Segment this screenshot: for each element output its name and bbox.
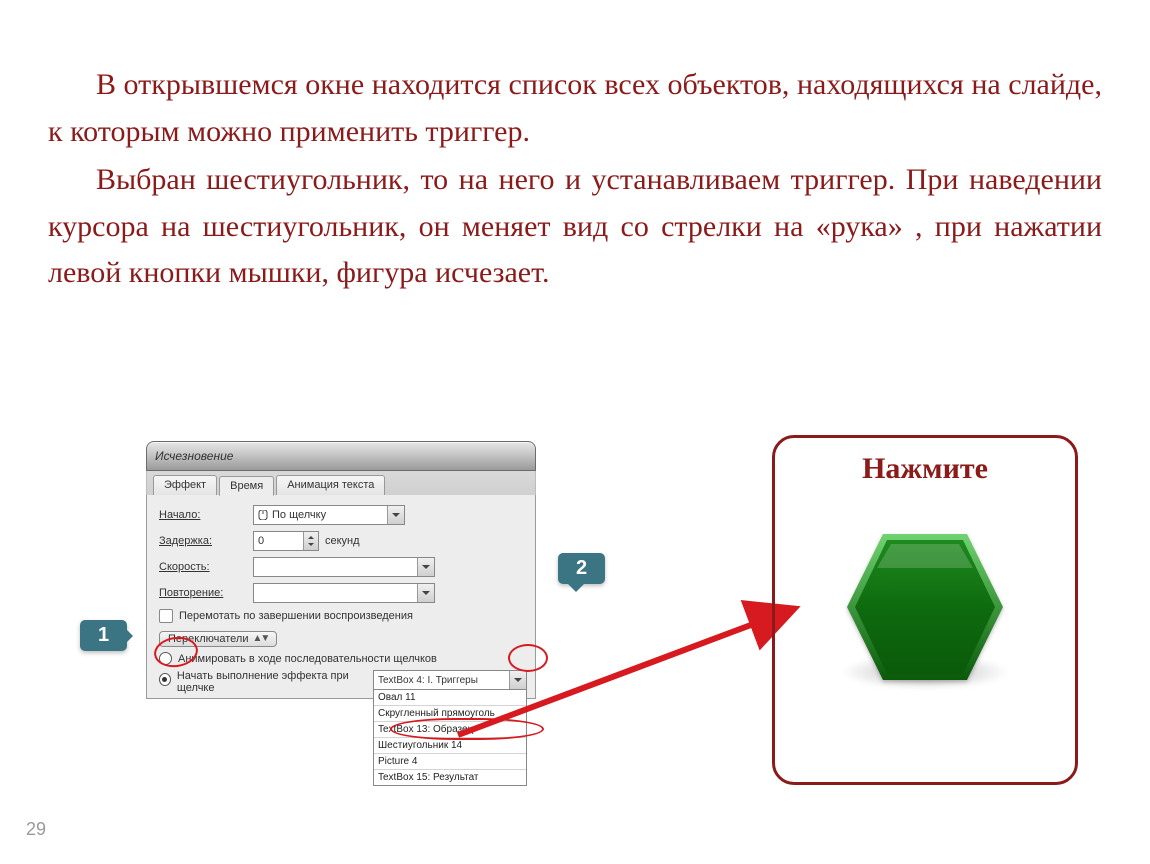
hexagon-icon: [841, 528, 1009, 686]
dropdown-item[interactable]: Picture 4: [374, 754, 526, 770]
dropdown-item[interactable]: TextBox 13: Образец: [374, 722, 526, 738]
rewind-label: Перемотать по завершении воспроизведения: [179, 610, 413, 622]
chevron-down-icon[interactable]: [387, 506, 404, 524]
radio-animate-in-sequence[interactable]: [159, 652, 172, 665]
seconds-label: секунд: [325, 535, 360, 547]
dialog-panel: Начало: По щелчку Задержка: 0: [146, 495, 536, 699]
hexagon-button[interactable]: [830, 512, 1020, 702]
page-number: 29: [26, 819, 46, 840]
press-frame-title: Нажмите: [862, 452, 988, 486]
dialog-title: Исчезновение: [155, 449, 233, 463]
switches-label: Переключатели: [168, 633, 248, 645]
dropdown-item[interactable]: Шестиугольник 14: [374, 738, 526, 754]
delay-label: Задержка:: [159, 535, 247, 547]
dropdown-item[interactable]: Овал 11: [374, 690, 526, 706]
trigger-selected-value: TextBox 4: I. Триггеры: [374, 671, 509, 689]
delay-spinner[interactable]: 0: [253, 531, 319, 551]
tab-time[interactable]: Время: [219, 476, 274, 496]
chevron-down-icon[interactable]: [417, 584, 434, 602]
repeat-label: Повторение:: [159, 587, 247, 599]
radio-animate-in-sequence-label: Анимировать в ходе последовательности ще…: [178, 653, 437, 665]
dialog-titlebar[interactable]: Исчезновение: [146, 441, 536, 471]
switches-button[interactable]: Переключатели ▲▼: [159, 631, 277, 647]
start-combo[interactable]: По щелчку: [253, 505, 405, 525]
start-value: По щелчку: [272, 509, 326, 521]
effect-dialog: Исчезновение Эффект Время Анимация текст…: [146, 441, 536, 699]
speed-label: Скорость:: [159, 561, 247, 573]
radio-start-on-click[interactable]: [159, 673, 171, 686]
rewind-checkbox[interactable]: [159, 609, 173, 623]
dropdown-item[interactable]: Скругленный прямоуголь: [374, 706, 526, 722]
start-label: Начало:: [159, 509, 247, 521]
intro-paragraph-1: В открывшемся окне находится список всех…: [48, 62, 1102, 155]
callout-1: 1: [80, 620, 127, 651]
chevron-down-icon[interactable]: [509, 671, 526, 689]
chevron-down-icon[interactable]: [417, 558, 434, 576]
dropdown-item[interactable]: TextBox 15: Результат: [374, 770, 526, 785]
callout-1-label: 1: [98, 624, 109, 646]
repeat-combo[interactable]: [253, 583, 435, 603]
callout-2-label: 2: [576, 557, 587, 579]
mouse-icon: [258, 510, 268, 520]
speed-combo[interactable]: [253, 557, 435, 577]
dialog-tabs: Эффект Время Анимация текста: [146, 471, 536, 495]
tab-effect[interactable]: Эффект: [153, 475, 217, 495]
callout-2: 2: [558, 553, 605, 584]
updown-arrows-icon: ▲▼: [252, 635, 268, 643]
trigger-object-combo[interactable]: TextBox 4: I. Триггеры: [373, 670, 527, 690]
radio-start-on-click-label: Начать выполнение эффекта при щелчке: [177, 670, 367, 694]
press-frame: Нажмите: [772, 435, 1078, 785]
intro-text: В открывшемся окне находится список всех…: [48, 62, 1102, 299]
intro-paragraph-2: Выбран шестиугольник, то на него и устан…: [48, 157, 1102, 297]
trigger-object-dropdown[interactable]: Овал 11 Скругленный прямоуголь TextBox 1…: [373, 689, 527, 786]
delay-value: 0: [254, 535, 303, 547]
spinner-arrows-icon[interactable]: [303, 532, 318, 550]
tab-text-animation[interactable]: Анимация текста: [276, 475, 385, 495]
